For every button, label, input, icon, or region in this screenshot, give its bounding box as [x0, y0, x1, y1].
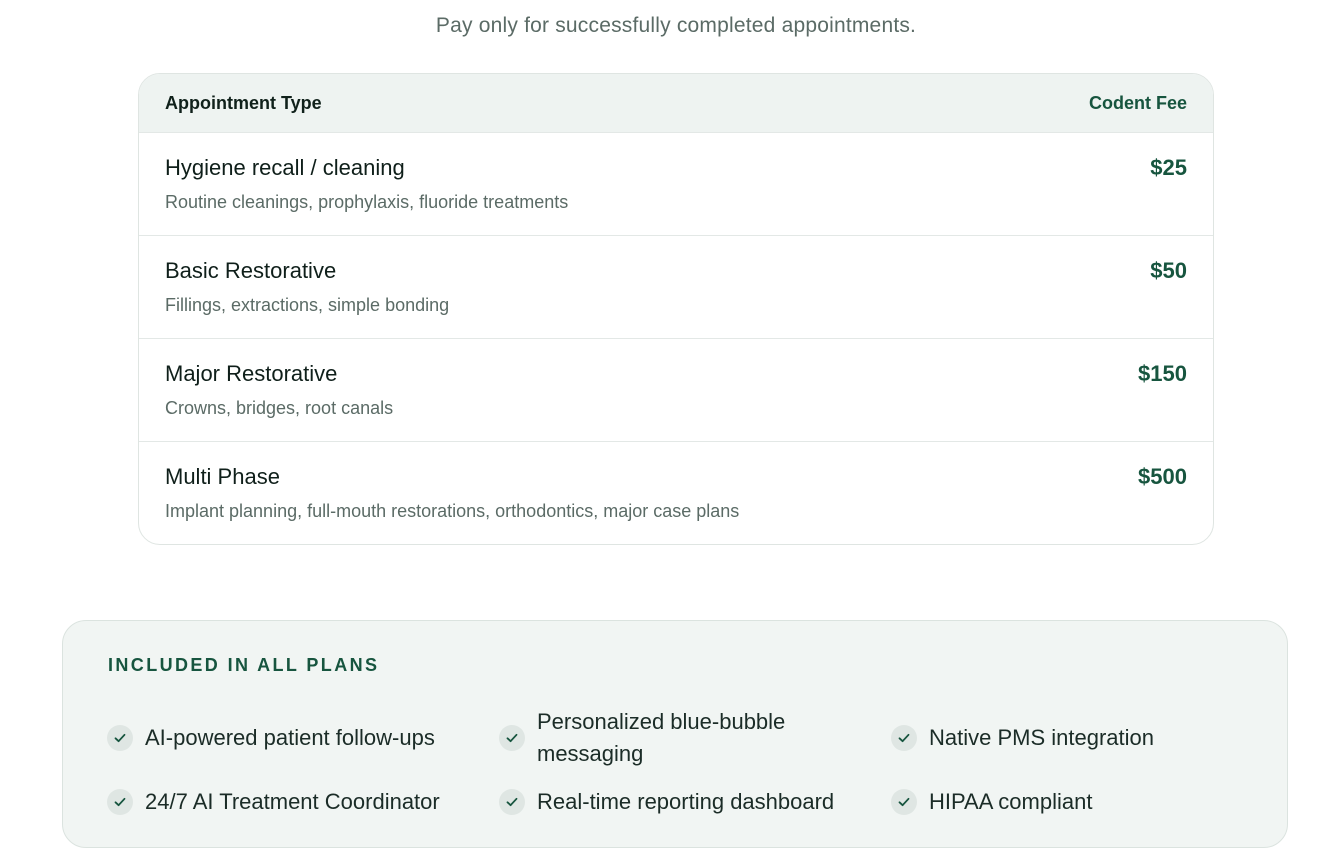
feature-label: 24/7 AI Treatment Coordinator — [145, 789, 440, 814]
check-icon — [499, 789, 525, 815]
check-icon — [499, 725, 525, 751]
appointment-description: Routine cleanings, prophylaxis, fluoride… — [165, 192, 569, 212]
appointment-description: Implant planning, full-mouth restoration… — [165, 501, 740, 521]
pricing-table: Appointment Type Codent Fee Hygiene reca… — [138, 73, 1214, 545]
table-row: Multi Phase Implant planning, full-mouth… — [139, 441, 1213, 544]
check-icon — [891, 725, 917, 751]
included-plans-card: INCLUDED IN ALL PLANS AI-powered patient… — [62, 620, 1288, 848]
feature-label: Native PMS integration — [929, 725, 1154, 750]
feature-item: AI-powered patient follow-ups — [107, 722, 435, 754]
feature-item: Native PMS integration — [891, 722, 1154, 754]
appointment-fee: $500 — [1138, 464, 1187, 489]
appointment-title: Multi Phase — [165, 464, 280, 489]
check-icon — [891, 789, 917, 815]
appointment-description: Crowns, bridges, root canals — [165, 398, 394, 418]
page-subtitle: Pay only for successfully completed appo… — [435, 14, 917, 37]
table-row: Basic Restorative Fillings, extractions,… — [139, 235, 1213, 338]
check-icon — [107, 789, 133, 815]
appointment-fee: $50 — [1150, 258, 1187, 283]
table-row: Hygiene recall / cleaning Routine cleani… — [139, 132, 1213, 235]
feature-item: 24/7 AI Treatment Coordinator — [107, 786, 440, 818]
appointment-fee: $150 — [1138, 361, 1187, 386]
feature-item: Real-time reporting dashboard — [499, 786, 834, 818]
appointment-description: Fillings, extractions, simple bonding — [165, 295, 450, 315]
feature-label: Personalized blue-bubble messaging — [537, 709, 786, 766]
feature-item: HIPAA compliant — [891, 786, 1092, 818]
header-appointment-type: Appointment Type — [165, 92, 322, 113]
feature-label: HIPAA compliant — [929, 789, 1093, 814]
check-icon — [107, 725, 133, 751]
table-header: Appointment Type Codent Fee — [139, 74, 1213, 132]
appointment-title: Basic Restorative — [165, 258, 337, 283]
plans-heading: INCLUDED IN ALL PLANS — [108, 655, 380, 675]
appointment-fee: $25 — [1150, 155, 1187, 180]
feature-item: Personalized blue-bubble messaging — [499, 706, 829, 770]
header-codent-fee: Codent Fee — [1088, 92, 1187, 113]
feature-label: Real-time reporting dashboard — [537, 789, 835, 814]
table-row: Major Restorative Crowns, bridges, root … — [139, 338, 1213, 441]
feature-label: AI-powered patient follow-ups — [145, 725, 435, 750]
appointment-title: Hygiene recall / cleaning — [165, 155, 405, 180]
appointment-title: Major Restorative — [165, 361, 338, 386]
